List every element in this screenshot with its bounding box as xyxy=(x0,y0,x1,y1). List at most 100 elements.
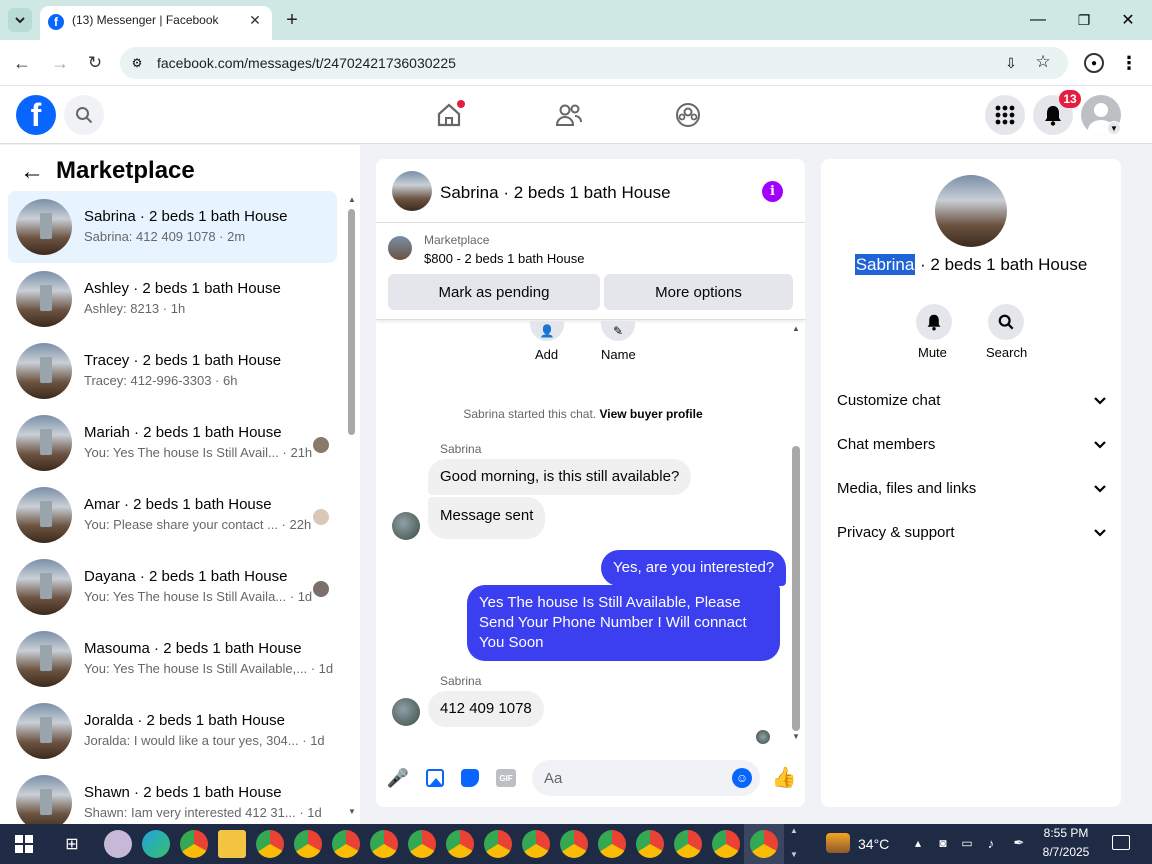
microphone-icon[interactable]: 🎤 xyxy=(387,767,409,789)
chevron-up-icon[interactable]: ▴ xyxy=(910,834,926,852)
home-nav-button[interactable] xyxy=(434,100,465,130)
scroll-up-arrow-icon[interactable]: ▲ xyxy=(792,324,800,333)
gif-icon[interactable]: GIF xyxy=(496,769,516,787)
fb-search-button[interactable] xyxy=(64,95,104,135)
friends-nav-button[interactable] xyxy=(554,100,584,130)
chrome-profile-icon[interactable] xyxy=(446,830,474,858)
chrome-profile-icon[interactable] xyxy=(674,830,702,858)
chrome-profile-icon[interactable] xyxy=(636,830,664,858)
listing-title[interactable]: $800 - 2 beds 1 bath House xyxy=(424,251,584,266)
account-chevron-icon[interactable]: ▼ xyxy=(1107,121,1121,135)
menu-grid-button[interactable] xyxy=(985,95,1025,135)
taskbar-scroll-down-icon[interactable]: ▼ xyxy=(790,850,798,859)
chrome-profile-icon[interactable] xyxy=(332,830,360,858)
incoming-message[interactable]: Good morning, is this still available? xyxy=(428,459,692,495)
chat-header-avatar[interactable] xyxy=(392,171,432,211)
chat-header-title[interactable]: Sabrina · 2 beds 1 bath House xyxy=(440,183,671,203)
scroll-down-arrow-icon[interactable]: ▼ xyxy=(348,807,356,816)
taskbar-scroll-up-icon[interactable]: ▲ xyxy=(790,826,798,835)
scroll-down-arrow-icon[interactable]: ▼ xyxy=(792,732,800,741)
clock-date[interactable]: 8/7/2025 xyxy=(1036,845,1096,859)
thumbs-up-icon[interactable]: 👍 xyxy=(772,765,797,789)
weather-icon[interactable] xyxy=(826,833,850,853)
outgoing-message[interactable]: Yes, are you interested? xyxy=(601,550,787,586)
conversation-item[interactable]: Amar · 2 beds 1 bath House You: Please s… xyxy=(8,479,337,551)
customize-chat-section[interactable]: Customize chat xyxy=(837,392,1107,416)
chrome-browser-icon[interactable] xyxy=(180,830,208,858)
chat-scroll-thumb[interactable] xyxy=(792,446,800,731)
page-scrollbar[interactable] xyxy=(1137,145,1152,824)
chat-members-section[interactable]: Chat members xyxy=(837,436,1107,460)
sidebar-scroll-thumb[interactable] xyxy=(348,209,355,435)
back-icon[interactable]: ← xyxy=(10,52,34,74)
chrome-profile-icon[interactable] xyxy=(522,830,550,858)
new-tab-button[interactable]: + xyxy=(282,8,302,32)
restore-button[interactable]: ❐ xyxy=(1074,8,1094,32)
mute-button[interactable] xyxy=(916,304,952,340)
facebook-logo-icon[interactable]: f xyxy=(16,95,56,135)
chrome-active-icon[interactable] xyxy=(750,830,778,858)
forward-icon[interactable]: → xyxy=(48,52,72,74)
notification-center-icon[interactable] xyxy=(1112,835,1130,850)
outgoing-message[interactable]: Yes The house Is Still Available, Please… xyxy=(467,585,780,661)
sticker-icon[interactable] xyxy=(461,769,479,787)
photo-icon[interactable] xyxy=(426,769,444,787)
reload-icon[interactable]: ↻ xyxy=(84,52,106,74)
windows-start-icon[interactable] xyxy=(15,835,33,853)
conversation-item[interactable]: Shawn · 2 beds 1 bath House Shawn: Iam v… xyxy=(8,767,337,824)
conversation-item[interactable]: Dayana · 2 beds 1 bath House You: Yes Th… xyxy=(8,551,337,623)
camera-icon[interactable]: ◙ xyxy=(934,834,952,852)
chrome-profile-icon[interactable] xyxy=(370,830,398,858)
chrome-profile-icon[interactable] xyxy=(294,830,322,858)
chrome-profile-icon[interactable] xyxy=(712,830,740,858)
sidebar-scrollbar[interactable]: ▲ ▼ xyxy=(345,195,357,819)
task-view-icon[interactable]: ⊞ xyxy=(62,834,82,854)
site-info-icon[interactable]: ⚙ xyxy=(128,54,146,72)
conversation-item[interactable]: Ashley · 2 beds 1 bath House Ashley: 821… xyxy=(8,263,337,335)
menu-kebab-icon[interactable]: ⋮ xyxy=(1120,52,1138,74)
weather-temperature[interactable]: 34°C xyxy=(858,836,889,852)
install-app-icon[interactable]: ⇩ xyxy=(1002,54,1020,72)
pencil-icon[interactable]: ✎ xyxy=(601,321,635,341)
tab-search-button[interactable] xyxy=(8,8,32,32)
more-options-button[interactable]: More options xyxy=(604,274,793,310)
back-arrow-icon[interactable]: ← xyxy=(20,158,44,185)
tab-close-icon[interactable]: ✕ xyxy=(246,11,264,29)
add-person-icon[interactable]: 👤 xyxy=(530,321,564,341)
incoming-message[interactable]: Message sent xyxy=(428,497,546,539)
network-icon[interactable]: ▭ xyxy=(958,834,976,852)
conversation-item[interactable]: Sabrina · 2 beds 1 bath House Sabrina: 4… xyxy=(8,191,337,263)
address-bar[interactable]: ⚙ facebook.com/messages/t/24702421736030… xyxy=(120,47,1068,79)
window-close-button[interactable]: ✕ xyxy=(1118,8,1138,32)
profile-avatar[interactable] xyxy=(935,175,1007,247)
view-buyer-profile-link[interactable]: View buyer profile xyxy=(599,407,702,421)
browser-tab[interactable]: f (13) Messenger | Facebook ✕ xyxy=(40,6,272,40)
conversation-item[interactable]: Masouma · 2 beds 1 bath House You: Yes T… xyxy=(8,623,337,695)
edge-browser-icon[interactable] xyxy=(142,830,170,858)
groups-nav-button[interactable] xyxy=(673,100,703,130)
search-in-chat-button[interactable] xyxy=(988,304,1024,340)
volume-icon[interactable]: ♪ xyxy=(982,834,1000,852)
mark-as-pending-button[interactable]: Mark as pending xyxy=(388,274,600,310)
incoming-message[interactable]: 412 409 1078 xyxy=(428,691,544,727)
conversation-item[interactable]: Mariah · 2 beds 1 bath House You: Yes Th… xyxy=(8,407,337,479)
chrome-profile-icon[interactable] xyxy=(598,830,626,858)
info-icon[interactable]: i xyxy=(762,181,783,202)
pen-icon[interactable]: ✒ xyxy=(1010,834,1028,852)
conversation-item[interactable]: Tracey · 2 beds 1 bath House Tracey: 412… xyxy=(8,335,337,407)
conversation-item[interactable]: Joralda · 2 beds 1 bath House Joralda: I… xyxy=(8,695,337,767)
paint-app-icon[interactable] xyxy=(104,830,132,858)
emoji-icon[interactable]: ☺ xyxy=(732,768,752,788)
privacy-support-section[interactable]: Privacy & support xyxy=(837,524,1107,548)
file-explorer-icon[interactable] xyxy=(218,830,246,858)
clock-time[interactable]: 8:55 PM xyxy=(1036,826,1096,840)
media-files-links-section[interactable]: Media, files and links xyxy=(837,480,1107,504)
message-input[interactable]: Aa ☺ xyxy=(532,760,760,796)
chrome-profile-icon[interactable] xyxy=(256,830,284,858)
scroll-up-arrow-icon[interactable]: ▲ xyxy=(348,195,356,204)
chrome-profile-icon[interactable] xyxy=(560,830,588,858)
chrome-profile-icon[interactable] xyxy=(408,830,436,858)
bookmark-star-icon[interactable]: ☆ xyxy=(1034,52,1052,71)
chat-scrollbar[interactable]: ▲ ▼ xyxy=(789,324,803,744)
chrome-profile-icon[interactable] xyxy=(484,830,512,858)
